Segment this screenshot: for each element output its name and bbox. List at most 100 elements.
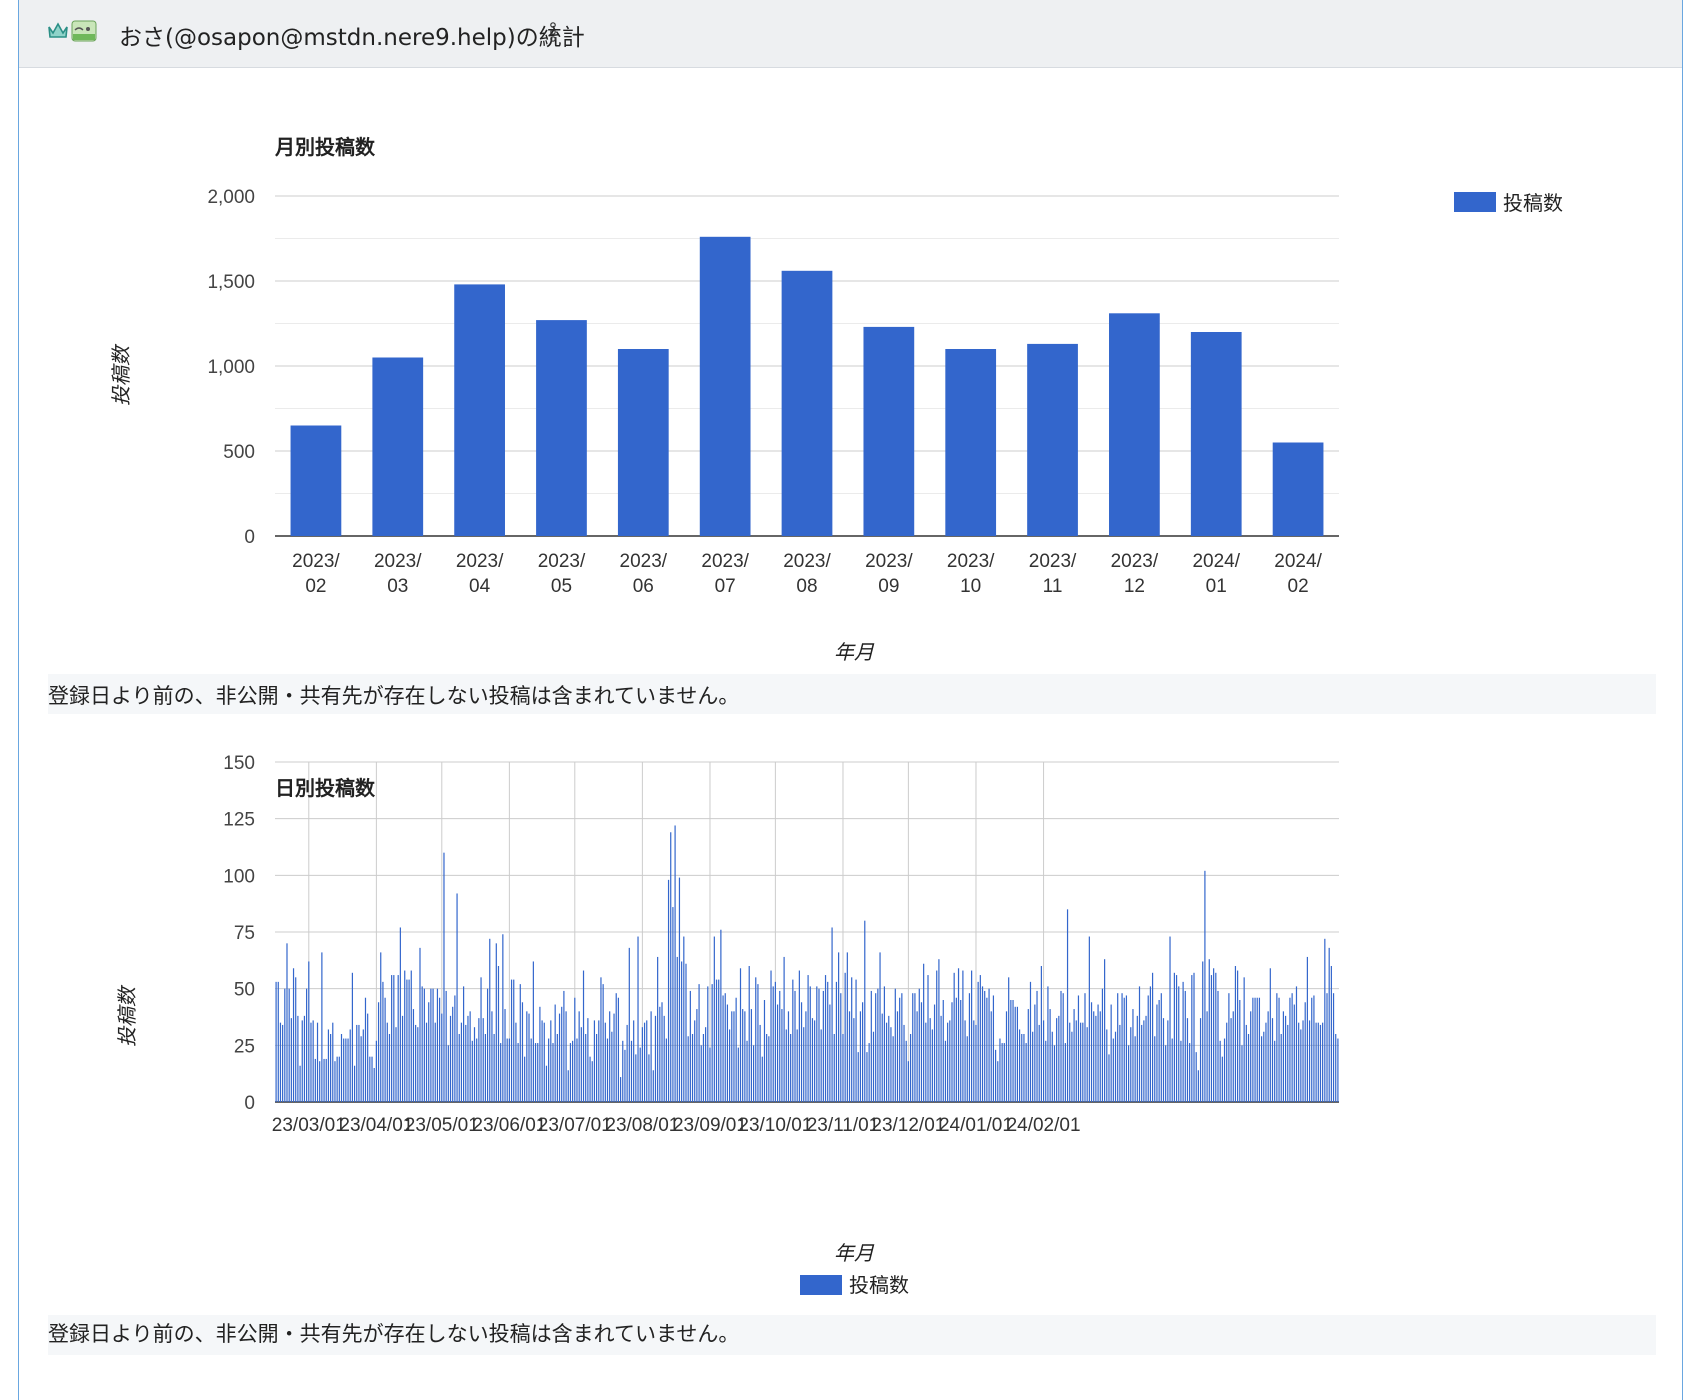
bar: [1319, 1024, 1322, 1102]
bar: [1088, 936, 1090, 1102]
bar: [1274, 1040, 1276, 1102]
bar: [977, 981, 979, 1102]
x-tick-label: 2023/12: [1111, 551, 1159, 597]
bar: [539, 1006, 541, 1102]
bar: [371, 1056, 373, 1102]
bar: [1184, 990, 1186, 1102]
bar: [1180, 1040, 1182, 1102]
bar: [689, 990, 691, 1102]
bar: [1282, 1011, 1285, 1102]
bar: [663, 1015, 665, 1102]
bar: [1269, 968, 1271, 1102]
x-tick-label: 23/06/01: [472, 1115, 546, 1136]
bar: [875, 993, 877, 1102]
bar: [1003, 1043, 1005, 1102]
bar: [781, 270, 833, 536]
x-tick-label: 24/02/01: [1007, 1115, 1081, 1136]
bar: [369, 1056, 371, 1102]
bar: [1071, 1031, 1073, 1102]
bar: [530, 1038, 532, 1102]
bar: [711, 984, 713, 1102]
bar: [824, 975, 827, 1102]
bar: [1284, 1015, 1287, 1102]
bar: [486, 988, 489, 1102]
bar: [373, 1068, 375, 1102]
avatar-emoji-icon: [71, 20, 97, 42]
bar: [768, 1036, 770, 1102]
bar: [659, 1006, 661, 1102]
bar: [497, 966, 500, 1102]
bar: [770, 970, 772, 1102]
bar: [672, 907, 674, 1102]
bar: [329, 1034, 332, 1102]
bar: [787, 1011, 790, 1102]
bar: [1190, 332, 1242, 536]
bar: [633, 1020, 635, 1102]
bar: [1219, 1040, 1221, 1102]
bar: [617, 349, 669, 536]
bar: [615, 993, 617, 1102]
bar: [1123, 997, 1125, 1102]
bar: [1228, 993, 1230, 1102]
bar: [1062, 993, 1064, 1102]
bar: [903, 1024, 905, 1102]
bar: [1186, 1018, 1189, 1102]
bar: [419, 947, 421, 1102]
bar: [1053, 1045, 1056, 1102]
bar: [1147, 995, 1149, 1102]
bar: [578, 1011, 580, 1102]
y-tick-label: 2,000: [207, 187, 255, 208]
bar: [707, 986, 709, 1102]
bar: [362, 1029, 364, 1102]
bar: [367, 1013, 369, 1102]
bar: [942, 1000, 944, 1102]
bar: [1127, 1045, 1130, 1102]
bar: [814, 1020, 816, 1102]
bar: [1276, 993, 1278, 1102]
bar: [325, 1058, 327, 1102]
page-title: おさ(@osapon@mstdn.nere9.help)の統計: [119, 25, 585, 51]
bar: [1173, 972, 1175, 1102]
bar: [356, 1024, 358, 1102]
bar: [1330, 966, 1332, 1102]
bar: [792, 979, 794, 1102]
bar: [781, 1009, 783, 1102]
bar: [1263, 1031, 1265, 1102]
bar: [1034, 1004, 1036, 1102]
bar: [301, 1020, 303, 1102]
bar: [1221, 1056, 1223, 1102]
bar: [827, 981, 829, 1102]
bar: [949, 1020, 951, 1102]
bar: [334, 1061, 336, 1102]
daily-x-axis-label: 年月: [834, 1243, 875, 1265]
bar: [914, 993, 916, 1102]
bar: [458, 1034, 460, 1102]
bar: [945, 349, 997, 536]
bar: [476, 1038, 478, 1102]
bar: [923, 963, 925, 1102]
x-tick-label: 2023/11: [1029, 551, 1077, 597]
bar: [282, 1024, 284, 1102]
bar: [829, 1004, 831, 1102]
bar: [1306, 956, 1308, 1102]
bar: [840, 993, 842, 1102]
bar: [1322, 1022, 1324, 1102]
bar: [502, 934, 504, 1102]
bar: [654, 1015, 657, 1102]
bar: [572, 1040, 574, 1102]
bar: [1295, 986, 1298, 1102]
bar: [1226, 1022, 1228, 1102]
bar: [650, 1011, 652, 1102]
bar: [1208, 959, 1210, 1102]
bar: [783, 956, 785, 1102]
bar: [927, 975, 929, 1102]
bar: [306, 988, 308, 1102]
bar: [478, 1018, 480, 1102]
bar: [1001, 1043, 1003, 1102]
bar: [447, 1045, 449, 1102]
bar: [297, 1015, 299, 1102]
bar: [441, 1013, 443, 1102]
kebab-menu-icon[interactable]: [549, 20, 557, 44]
bar: [388, 1034, 391, 1102]
bar: [872, 1031, 875, 1102]
